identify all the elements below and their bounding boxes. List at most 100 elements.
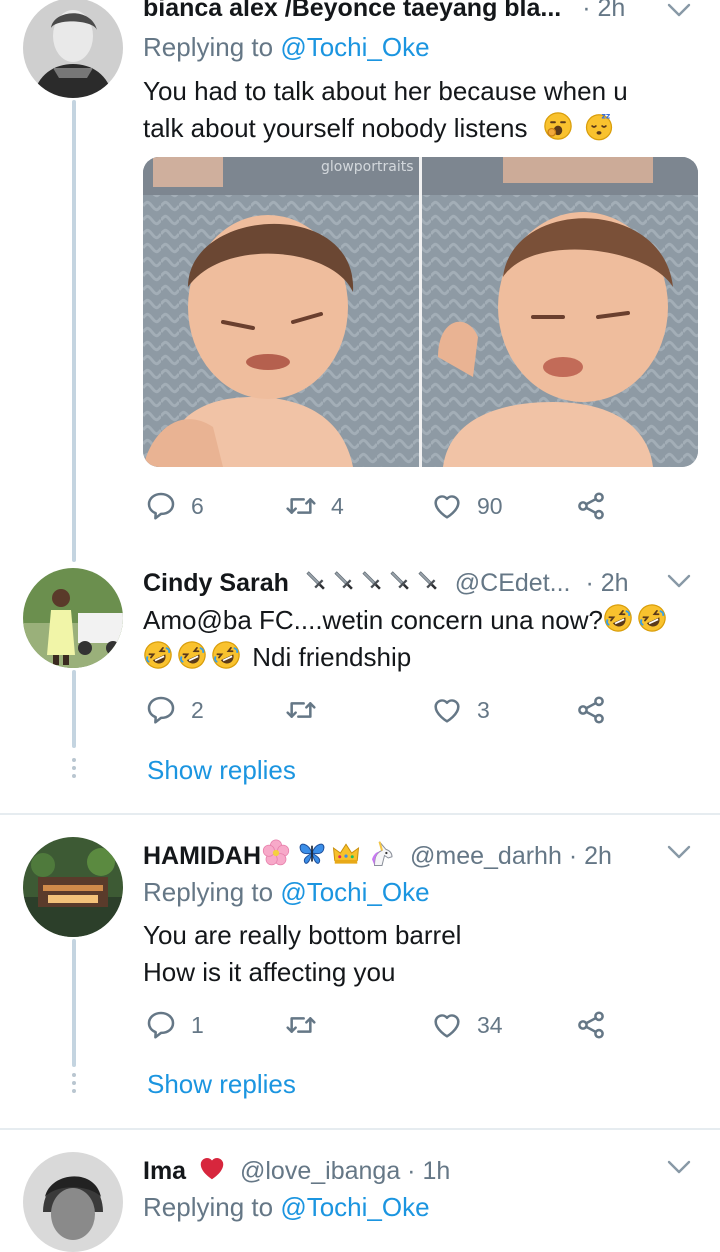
tweet-ima[interactable]: Ima @love_ibanga · 1h Replying to @Tochi… xyxy=(0,1130,720,1252)
share-button[interactable] xyxy=(575,490,607,522)
reply-count: 1 xyxy=(191,1011,204,1038)
rolling-laughing-icon xyxy=(177,640,207,670)
retweet-button[interactable]: 4 xyxy=(285,490,344,522)
avatar-ima[interactable] xyxy=(23,1152,123,1252)
share-button[interactable] xyxy=(575,1009,607,1041)
reply-count: 6 xyxy=(191,492,204,519)
replying-prefix: Replying to xyxy=(143,877,281,907)
username[interactable]: @CEdet... xyxy=(455,569,571,597)
avatar-cindy[interactable] xyxy=(23,568,123,668)
thread-line xyxy=(72,100,76,562)
like-button[interactable]: 3 xyxy=(431,694,490,726)
text-line-with-emoji: Ndi friendship xyxy=(143,639,700,676)
display-name[interactable]: Ima xyxy=(143,1157,186,1185)
tweet-actions: 1 34 xyxy=(143,1009,623,1049)
text-line: You had to talk about her because when u xyxy=(143,76,628,106)
sleeping-face-icon xyxy=(584,111,614,141)
like-count: 90 xyxy=(477,492,503,519)
tweet-actions: 2 3 xyxy=(143,694,623,734)
tweet-hamidah[interactable]: HAMIDAH @mee_darhh · 2h Replying to @Toc… xyxy=(0,815,720,1129)
username[interactable]: @mee_darhh xyxy=(410,842,562,870)
text-line-with-emoji: Amo@ba FC....wetin concern una now? xyxy=(143,602,700,639)
dagger-icon xyxy=(386,567,414,595)
retweet-icon xyxy=(285,490,317,522)
show-replies-link[interactable]: Show replies xyxy=(147,755,296,786)
reply-button[interactable]: 2 xyxy=(145,694,204,726)
cherry-blossom-icon xyxy=(261,838,291,868)
thread-line xyxy=(72,939,76,1067)
heart-icon xyxy=(431,694,463,726)
thread-dots xyxy=(70,1073,78,1097)
text-line-with-emoji: talk about yourself nobody listens xyxy=(143,110,700,147)
retweet-count: 4 xyxy=(331,492,344,519)
red-heart-icon xyxy=(197,1153,227,1183)
text-line: Amo@ba FC....wetin concern una now? xyxy=(143,605,603,635)
tweet-cindy[interactable]: Cindy Sarah @CEdet... · 2h Amo@ba FC....… xyxy=(0,560,720,814)
share-button[interactable] xyxy=(575,694,607,726)
chevron-down-icon[interactable] xyxy=(666,1159,692,1175)
reply-icon xyxy=(145,490,177,522)
tweet-header: Cindy Sarah @CEdet... · 2h xyxy=(143,567,629,598)
mention-link[interactable]: @Tochi_Oke xyxy=(280,877,429,907)
reply-icon xyxy=(145,1009,177,1041)
tweet-image[interactable]: glowportraits xyxy=(143,157,698,467)
yawning-face-icon xyxy=(543,111,573,141)
username[interactable]: @love_ibanga xyxy=(240,1157,400,1185)
timestamp[interactable]: · 2h xyxy=(569,842,612,870)
chevron-down-icon[interactable] xyxy=(666,2,692,18)
replying-to: Replying to @Tochi_Oke xyxy=(143,1192,430,1223)
dagger-icon xyxy=(302,567,330,595)
image-watermark: glowportraits xyxy=(321,159,414,175)
like-count: 34 xyxy=(477,1011,503,1038)
rolling-laughing-icon xyxy=(637,603,667,633)
dagger-icon xyxy=(358,567,386,595)
display-name[interactable]: HAMIDAH xyxy=(143,842,261,870)
rolling-laughing-icon xyxy=(211,640,241,670)
dagger-icon xyxy=(414,567,442,595)
text-line: talk about yourself nobody listens xyxy=(143,113,528,143)
share-icon xyxy=(575,490,607,522)
display-name[interactable]: bianca alex /Beyonce taeyang bla... xyxy=(143,0,561,22)
reply-button[interactable]: 6 xyxy=(145,490,204,522)
replying-prefix: Replying to xyxy=(143,1192,281,1222)
text-line: How is it affecting you xyxy=(143,957,396,987)
rolling-laughing-icon xyxy=(143,640,173,670)
dagger-icon xyxy=(330,567,358,595)
like-button[interactable]: 34 xyxy=(431,1009,503,1041)
show-replies-link[interactable]: Show replies xyxy=(147,1069,296,1100)
tweet-text: You had to talk about her because when u… xyxy=(143,73,700,147)
timestamp[interactable]: · 2h xyxy=(582,0,625,22)
tweet-bianca[interactable]: bianca alex /Beyonce taeyang bla... · 2h… xyxy=(0,0,720,562)
retweet-icon xyxy=(285,694,317,726)
tweet-header: Ima @love_ibanga · 1h xyxy=(143,1153,450,1186)
tweet-header: HAMIDAH @mee_darhh · 2h xyxy=(143,838,612,871)
reply-count: 2 xyxy=(191,696,204,723)
like-count: 3 xyxy=(477,696,490,723)
heart-icon xyxy=(431,1009,463,1041)
timestamp[interactable]: · 1h xyxy=(407,1157,450,1185)
text-line: Ndi friendship xyxy=(252,642,412,672)
heart-icon xyxy=(431,490,463,522)
chevron-down-icon[interactable] xyxy=(666,844,692,860)
thread-line xyxy=(72,670,76,748)
reply-icon xyxy=(145,694,177,726)
retweet-icon xyxy=(285,1009,317,1041)
tweet-text: Amo@ba FC....wetin concern una now? Ndi … xyxy=(143,602,700,676)
reply-button[interactable]: 1 xyxy=(145,1009,204,1041)
avatar-hamidah[interactable] xyxy=(23,837,123,937)
chevron-down-icon[interactable] xyxy=(666,573,692,589)
share-icon xyxy=(575,694,607,726)
retweet-button[interactable] xyxy=(285,1009,317,1041)
tweet-text: You are really bottom barrel How is it a… xyxy=(143,917,700,991)
rolling-laughing-icon xyxy=(603,603,633,633)
crown-icon xyxy=(331,838,361,868)
retweet-button[interactable] xyxy=(285,694,317,726)
mention-link[interactable]: @Tochi_Oke xyxy=(280,32,429,62)
mention-link[interactable]: @Tochi_Oke xyxy=(280,1192,429,1222)
replying-to: Replying to @Tochi_Oke xyxy=(143,877,430,908)
avatar-bianca[interactable] xyxy=(23,0,123,98)
like-button[interactable]: 90 xyxy=(431,490,503,522)
display-name[interactable]: Cindy Sarah xyxy=(143,569,289,597)
share-icon xyxy=(575,1009,607,1041)
timestamp[interactable]: · 2h xyxy=(585,569,628,597)
